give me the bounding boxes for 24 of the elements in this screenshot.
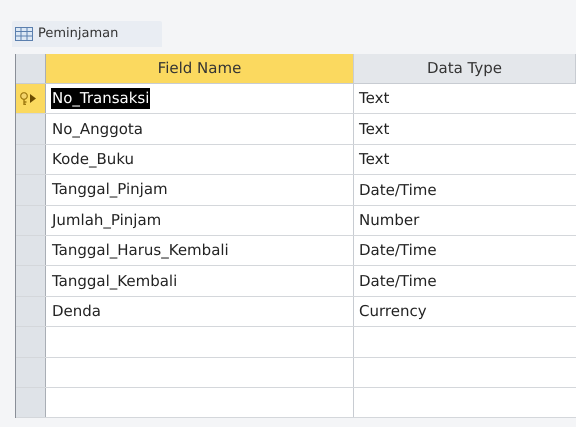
field-name-cell[interactable]: Kode_Buku bbox=[46, 144, 354, 174]
field-name-cell[interactable]: Tanggal_Kembali bbox=[46, 266, 354, 296]
data-type-cell[interactable]: Date/Time bbox=[354, 236, 576, 266]
table-icon bbox=[15, 27, 33, 41]
column-header[interactable]: Field Name bbox=[46, 54, 354, 83]
field-name-cell[interactable]: Jumlah_Pinjam bbox=[46, 206, 354, 235]
row-selector-header bbox=[16, 54, 46, 83]
column-header[interactable]: Data Type bbox=[354, 54, 576, 83]
data-type-cell[interactable]: Text bbox=[354, 84, 576, 114]
data-type-cell[interactable]: Date/Time bbox=[354, 175, 576, 205]
table-tab[interactable]: Peminjaman bbox=[12, 21, 162, 47]
field-name-cell[interactable]: Tanggal_Pinjam bbox=[46, 175, 354, 205]
field-name-cell[interactable]: Tanggal_Harus_Kembali bbox=[46, 236, 354, 266]
data-type-cell[interactable]: Number bbox=[354, 206, 576, 235]
data-type-cell[interactable]: Currency bbox=[354, 296, 576, 326]
tab-title: Peminjaman bbox=[38, 25, 118, 44]
current-row-icon bbox=[30, 94, 36, 104]
field-name-cell[interactable]: No_Transaksi bbox=[46, 84, 354, 114]
data-type-cell[interactable]: Text bbox=[354, 144, 576, 174]
field-name-cell[interactable]: No_Anggota bbox=[46, 114, 354, 144]
field-name-cell[interactable]: Denda bbox=[46, 296, 354, 326]
data-type-cell[interactable]: Text bbox=[354, 114, 576, 144]
row-selector[interactable] bbox=[16, 84, 46, 114]
data-type-cell[interactable]: Date/Time bbox=[354, 266, 576, 296]
